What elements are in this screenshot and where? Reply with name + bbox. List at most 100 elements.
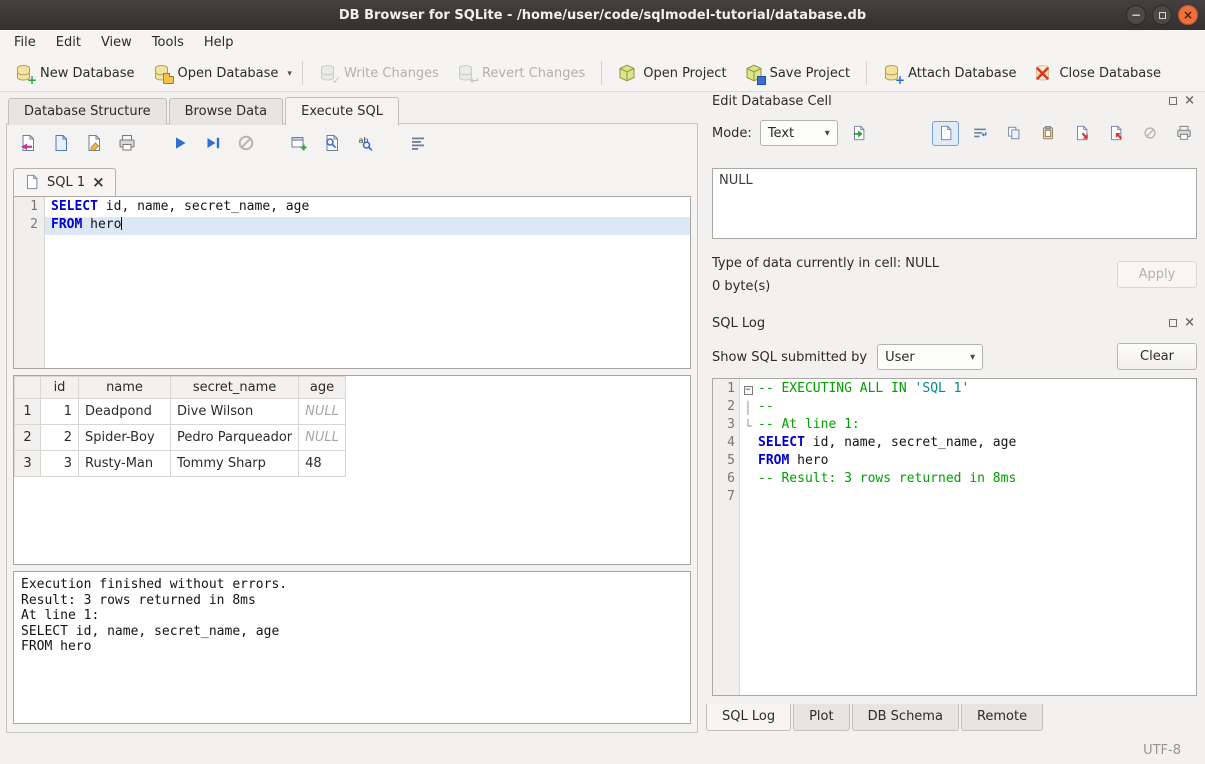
save-project-button[interactable]: Save Project bbox=[736, 59, 860, 87]
table-cell[interactable]: NULL bbox=[299, 425, 346, 451]
column-header[interactable]: id bbox=[41, 377, 79, 399]
tab-database-structure[interactable]: Database Structure bbox=[8, 98, 167, 125]
execute-current-line-icon[interactable] bbox=[202, 132, 224, 154]
maximize-button[interactable] bbox=[1152, 5, 1172, 25]
text-document-icon[interactable] bbox=[932, 121, 959, 146]
menu-file[interactable]: File bbox=[4, 32, 46, 53]
column-header[interactable]: name bbox=[79, 377, 171, 399]
row-number[interactable]: 2 bbox=[15, 425, 41, 451]
close-panel-icon[interactable]: × bbox=[1184, 97, 1195, 105]
column-header[interactable]: age bbox=[299, 377, 346, 399]
set-null-icon[interactable] bbox=[1136, 121, 1163, 146]
editor-line[interactable]: 2FROM hero bbox=[14, 217, 690, 235]
chevron-down-icon: ▾ bbox=[825, 128, 830, 139]
apply-button[interactable]: Apply bbox=[1117, 261, 1197, 288]
line-number: 6 bbox=[713, 471, 740, 489]
new-sql-tab-icon[interactable] bbox=[288, 132, 310, 154]
table-cell[interactable]: Tommy Sharp bbox=[171, 451, 299, 477]
menu-view[interactable]: View bbox=[91, 32, 142, 53]
text-cursor bbox=[121, 217, 122, 230]
sql-log-title: SQL Log bbox=[712, 316, 765, 331]
encoding-selector[interactable]: UTF-8 bbox=[1143, 743, 1181, 758]
tab-remote[interactable]: Remote bbox=[961, 704, 1043, 731]
float-panel-icon[interactable] bbox=[1169, 319, 1177, 327]
execute-sql-pane: ab SQL 1 × 1SELECT id, name, secret_name… bbox=[6, 123, 698, 733]
new-database-button[interactable]: + New Database bbox=[6, 59, 144, 87]
float-panel-icon[interactable] bbox=[1169, 97, 1177, 105]
write-changes-button[interactable]: ✓ Write Changes bbox=[310, 59, 448, 87]
open-database-dropdown-icon[interactable]: ▾ bbox=[287, 63, 295, 83]
sql-log-view[interactable]: 1−-- EXECUTING ALL IN 'SQL 1'2│--3└-- At… bbox=[712, 378, 1197, 696]
open-sql-file-icon[interactable] bbox=[17, 132, 39, 154]
sql-tab[interactable]: SQL 1 × bbox=[13, 168, 116, 196]
fold-marker[interactable]: − bbox=[740, 381, 756, 399]
code-token: hero bbox=[82, 217, 121, 232]
close-database-button[interactable]: Close Database bbox=[1025, 59, 1170, 87]
sql-toolbar: ab bbox=[17, 132, 429, 154]
tab-execute-sql[interactable]: Execute SQL bbox=[285, 97, 399, 126]
import-file-icon[interactable] bbox=[1068, 121, 1095, 146]
chevron-down-icon: ▾ bbox=[970, 352, 975, 363]
row-number[interactable]: 3 bbox=[15, 451, 41, 477]
find-icon[interactable] bbox=[321, 132, 343, 154]
code-token: hero bbox=[789, 453, 828, 468]
table-cell[interactable]: NULL bbox=[299, 399, 346, 425]
attach-database-button[interactable]: + Attach Database bbox=[874, 59, 1025, 87]
editor-line[interactable]: 1SELECT id, name, secret_name, age bbox=[14, 199, 690, 217]
fold-marker: └ bbox=[740, 417, 756, 435]
tab-plot[interactable]: Plot bbox=[793, 704, 850, 731]
table-cell[interactable]: Spider-Boy bbox=[79, 425, 171, 451]
tab-sql-log[interactable]: SQL Log bbox=[706, 704, 791, 731]
code-token: -- At line 1: bbox=[758, 417, 860, 432]
print-cell-icon[interactable] bbox=[1170, 121, 1197, 146]
line-content: SELECT id, name, secret_name, age bbox=[45, 199, 690, 217]
tab-db-schema[interactable]: DB Schema bbox=[852, 704, 959, 731]
results-grid[interactable]: idnamesecret_nameage11DeadpondDive Wilso… bbox=[13, 375, 691, 565]
table-row: 22Spider-BoyPedro ParqueadorNULL bbox=[15, 425, 346, 451]
sql-editor[interactable]: 1SELECT id, name, secret_name, age2FROM … bbox=[13, 196, 691, 369]
close-panel-icon[interactable]: × bbox=[1184, 319, 1195, 327]
fold-collapse-icon[interactable]: − bbox=[744, 386, 753, 395]
table-cell[interactable]: Rusty-Man bbox=[79, 451, 171, 477]
find-replace-icon[interactable]: ab bbox=[354, 132, 376, 154]
paste-icon[interactable] bbox=[1034, 121, 1061, 146]
column-header[interactable]: secret_name bbox=[171, 377, 299, 399]
menu-edit[interactable]: Edit bbox=[46, 32, 91, 53]
cell-editor[interactable]: NULL bbox=[712, 168, 1197, 239]
menu-tools[interactable]: Tools bbox=[142, 32, 194, 53]
tab-browse-data[interactable]: Browse Data bbox=[169, 98, 284, 125]
table-cell[interactable]: Pedro Parqueador bbox=[171, 425, 299, 451]
toggle-results-view-icon[interactable] bbox=[407, 132, 429, 154]
export-file-icon[interactable] bbox=[1102, 121, 1129, 146]
mode-select[interactable]: Text ▾ bbox=[760, 120, 838, 146]
menu-help[interactable]: Help bbox=[194, 32, 244, 53]
open-project-button[interactable]: Open Project bbox=[609, 59, 735, 87]
table-cell[interactable]: Deadpond bbox=[79, 399, 171, 425]
save-sql-as-icon[interactable] bbox=[83, 132, 105, 154]
log-filter-select[interactable]: User ▾ bbox=[877, 344, 983, 370]
write-changes-label: Write Changes bbox=[344, 66, 439, 81]
table-cell[interactable]: 1 bbox=[41, 399, 79, 425]
line-number: 5 bbox=[713, 453, 740, 471]
table-cell[interactable]: 2 bbox=[41, 425, 79, 451]
sql-tab-close-icon[interactable]: × bbox=[92, 176, 105, 188]
log-line: 5FROM hero bbox=[713, 453, 1196, 471]
table-cell[interactable]: Dive Wilson bbox=[171, 399, 299, 425]
copy-icon[interactable] bbox=[1000, 121, 1027, 146]
line-content bbox=[756, 489, 1196, 507]
mode-value: Text bbox=[768, 126, 794, 141]
open-database-button[interactable]: Open Database bbox=[144, 59, 288, 87]
word-wrap-icon[interactable] bbox=[966, 121, 993, 146]
close-button[interactable]: × bbox=[1178, 5, 1198, 25]
save-sql-file-icon[interactable] bbox=[50, 132, 72, 154]
import-data-icon[interactable] bbox=[846, 121, 873, 146]
minimize-button[interactable]: − bbox=[1126, 5, 1146, 25]
clear-log-button[interactable]: Clear bbox=[1117, 343, 1197, 370]
row-number[interactable]: 1 bbox=[15, 399, 41, 425]
table-cell[interactable]: 3 bbox=[41, 451, 79, 477]
execute-all-icon[interactable] bbox=[169, 132, 191, 154]
revert-changes-button[interactable]: ↩ Revert Changes bbox=[448, 59, 594, 87]
table-cell[interactable]: 48 bbox=[299, 451, 346, 477]
print-sql-icon[interactable] bbox=[116, 132, 138, 154]
stop-icon[interactable] bbox=[235, 132, 257, 154]
